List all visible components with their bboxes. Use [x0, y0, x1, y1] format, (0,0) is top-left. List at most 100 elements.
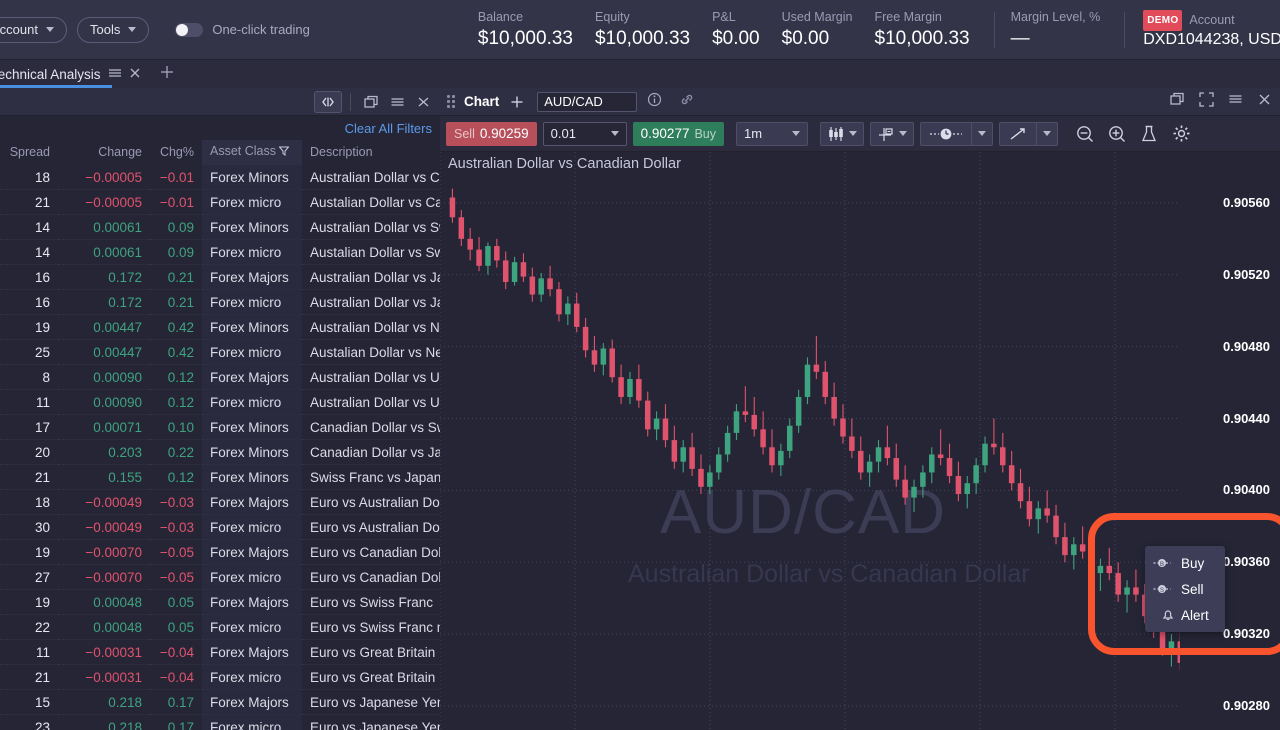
info-icon[interactable]	[647, 92, 662, 112]
table-row[interactable]: 14 0.00061 0.09 Forex micro Austalian Dollar…	[0, 239, 440, 265]
stat-label: Balance	[477, 10, 524, 24]
collapse-columns-icon[interactable]	[314, 90, 342, 113]
panel-menu-icon[interactable]	[1228, 92, 1243, 111]
zoom-in-button[interactable]	[1104, 122, 1130, 146]
table-row[interactable]: 21 −0.00005 −0.01 Forex micro Austalian Doll…	[0, 189, 440, 215]
restore-window-icon[interactable]	[1170, 92, 1185, 111]
table-row[interactable]: 30 −0.00049 −0.03 Forex micro Euro vs Austra…	[0, 514, 440, 540]
cell-description: Euro vs Great Britain P	[302, 664, 440, 690]
add-tab-icon[interactable]	[159, 64, 175, 85]
table-row[interactable]: 25 0.00447 0.42 Forex micro Austalian Dollar…	[0, 339, 440, 365]
table-row[interactable]: 23 0.218 0.17 Forex micro Euro vs Japanese Y…	[0, 714, 440, 730]
table-row[interactable]: 8 0.00090 0.12 Forex Majors Australian Dolla…	[0, 364, 440, 390]
one-click-trading-control[interactable]: One-click trading	[175, 22, 310, 37]
timeframe-select[interactable]: 1m	[736, 121, 809, 146]
table-row[interactable]: 11 −0.00031 −0.04 Forex Majors Euro vs Great…	[0, 639, 440, 665]
tab-menu-icon[interactable]	[108, 67, 122, 82]
indicators-button[interactable]	[870, 121, 915, 146]
table-row[interactable]: 16 0.172 0.21 Forex Majors Australian Dollar…	[0, 264, 440, 290]
tools-menu-button[interactable]: Tools	[76, 16, 150, 43]
table-row[interactable]: 20 0.203 0.22 Forex Minors Canadian Dollar v…	[0, 439, 440, 465]
table-row[interactable]: 11 0.00090 0.12 Forex micro Australian Dolla…	[0, 389, 440, 415]
column-header-description[interactable]: Description	[302, 140, 440, 165]
clock-object-dropdown[interactable]	[971, 121, 994, 146]
link-icon[interactable]	[679, 92, 695, 112]
cell-spread: 18	[0, 489, 58, 515]
column-header-label: Asset Class	[210, 144, 276, 158]
stat-label: Free Margin	[874, 10, 942, 24]
stat-margin-level: Margin Level, % —	[1011, 8, 1101, 51]
table-row[interactable]: 21 0.155 0.12 Forex Minors Swiss Franc vs Ja…	[0, 464, 440, 490]
cell-asset-class: Forex Majors	[202, 639, 302, 665]
table-row[interactable]: 21 −0.00031 −0.04 Forex micro Euro vs Great …	[0, 664, 440, 690]
zoom-out-button[interactable]	[1072, 122, 1098, 146]
drawing-tool-dropdown[interactable]	[1036, 121, 1059, 146]
close-panel-icon[interactable]	[1257, 92, 1272, 112]
tab-technical-analysis[interactable]: Technical Analysis	[0, 60, 147, 88]
cell-asset-class: Forex micro	[202, 389, 302, 415]
context-menu-item-alert[interactable]: Alert	[1145, 602, 1225, 628]
table-row[interactable]: 27 −0.00070 −0.05 Forex micro Euro vs Canadi…	[0, 564, 440, 590]
table-row[interactable]: 18 −0.00049 −0.03 Forex Majors Euro vs Austr…	[0, 489, 440, 515]
table-row[interactable]: 14 0.00061 0.09 Forex Minors Australian Doll…	[0, 214, 440, 240]
table-row[interactable]: 19 0.00447 0.42 Forex Minors Australian Doll…	[0, 314, 440, 340]
watchlist-body: 18 −0.00005 −0.01 Forex Minors Australian Do…	[0, 165, 440, 730]
table-row[interactable]: 19 0.00048 0.05 Forex Majors Euro vs Swiss F…	[0, 589, 440, 615]
drag-handle-icon[interactable]	[447, 94, 459, 109]
cell-description: Austalian Dollar vs Can	[302, 189, 440, 215]
cell-chg-pct: 0.10	[150, 414, 202, 440]
add-chart-icon[interactable]	[507, 95, 527, 109]
chart-window-controls	[1170, 91, 1276, 112]
tab-label: Technical Analysis	[0, 66, 101, 82]
column-header-change[interactable]: Change	[58, 140, 150, 165]
chart-context-menu[interactable]: B Buy S Sell Alert	[1145, 546, 1225, 632]
close-panel-icon[interactable]	[410, 91, 436, 113]
cell-spread: 16	[0, 264, 58, 290]
table-row[interactable]: 15 0.218 0.17 Forex Majors Euro vs Japanese …	[0, 689, 440, 715]
table-row[interactable]: 17 0.00071 0.10 Forex Minors Canadian Dollar…	[0, 414, 440, 440]
fullscreen-icon[interactable]	[1199, 91, 1214, 112]
account-menu-button[interactable]: Account	[0, 16, 67, 43]
cell-description: Australian Dollar vs Sw	[302, 214, 440, 240]
context-menu-label: Alert	[1181, 607, 1209, 623]
cell-asset-class: Forex micro	[202, 564, 302, 590]
clock-object-button[interactable]	[920, 121, 972, 146]
flask-icon	[1142, 125, 1156, 141]
symbol-input[interactable]	[537, 91, 638, 112]
sell-button[interactable]: Sell 0.90259	[446, 121, 537, 146]
tools-menu-label: Tools	[89, 22, 121, 37]
table-row[interactable]: 19 −0.00070 −0.05 Forex Majors Euro vs Canad…	[0, 539, 440, 565]
panel-menu-icon[interactable]	[384, 91, 410, 113]
chart-canvas-area[interactable]: Australian Dollar vs Canadian Dollar AUD…	[440, 152, 1280, 730]
chart-settings-button[interactable]	[1168, 122, 1194, 146]
trendline-tool-button[interactable]	[999, 121, 1037, 146]
price-axis[interactable]: 0.90560 0.90520 0.90480 0.90440 0.90400 0.903…	[1180, 152, 1280, 730]
context-menu-item-buy[interactable]: B Buy	[1145, 550, 1225, 576]
column-header-asset-class[interactable]: Asset Class	[202, 140, 302, 165]
clear-all-filters-link[interactable]: Clear All Filters	[0, 116, 440, 140]
cell-chg-pct: 0.12	[150, 389, 202, 415]
context-menu-item-sell[interactable]: S Sell	[1145, 576, 1225, 602]
one-click-trading-toggle[interactable]	[175, 22, 204, 37]
experiments-button[interactable]	[1136, 122, 1162, 146]
column-header-spread[interactable]: Spread	[0, 140, 58, 165]
cell-spread: 8	[0, 364, 58, 390]
cell-change: 0.203	[58, 439, 150, 465]
watchlist-table: Spread Change Chg% Asset Class Descripti…	[0, 140, 440, 730]
chart-type-button[interactable]	[820, 121, 865, 146]
table-row[interactable]: 22 0.00048 0.05 Forex micro Euro vs Swiss Fr…	[0, 614, 440, 640]
buy-button[interactable]: 0.90277 Buy	[632, 121, 725, 146]
table-row[interactable]: 18 −0.00005 −0.01 Forex Minors Australian Do…	[0, 165, 440, 190]
cell-asset-class: Forex Majors	[202, 689, 302, 715]
column-header-chg-pct[interactable]: Chg%	[150, 140, 202, 165]
restore-window-icon[interactable]	[358, 91, 384, 113]
volume-select[interactable]: 0.01	[542, 121, 627, 146]
cell-description: Australian Dollar vs Jap	[302, 264, 440, 290]
table-row[interactable]: 16 0.172 0.21 Forex micro Australian Dollar …	[0, 289, 440, 315]
account-selector[interactable]: DEMO Account DXD1044238, USD	[1143, 10, 1280, 49]
filter-icon[interactable]	[278, 145, 290, 159]
tab-close-icon[interactable]	[129, 67, 141, 82]
watchlist-toolbar	[0, 88, 440, 116]
timeframe-value: 1m	[744, 126, 763, 141]
cell-spread: 22	[0, 614, 58, 640]
